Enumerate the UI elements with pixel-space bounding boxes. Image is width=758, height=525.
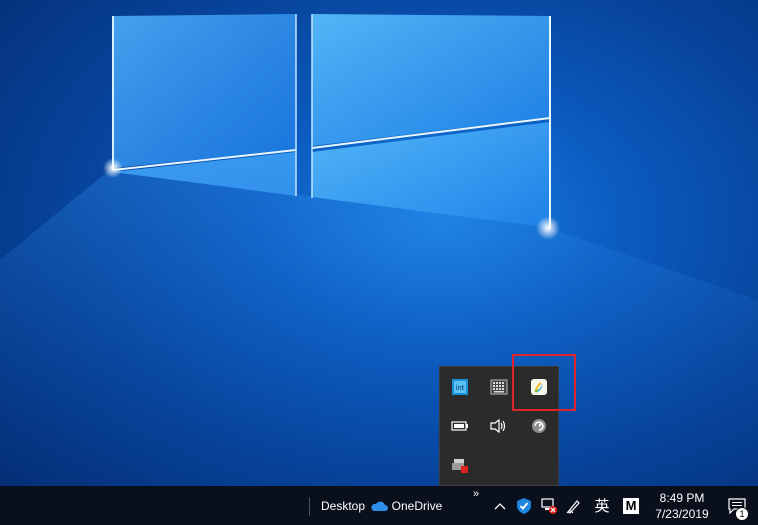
clock[interactable]: 8:49 PM 7/23/2019 — [648, 486, 716, 525]
m-app-tray[interactable]: M — [619, 486, 643, 525]
desktop[interactable]: int Desktop OneDrive » 英 M 8:49 PM 7/23/… — [0, 0, 758, 525]
onedrive-toolbar[interactable]: OneDrive — [369, 486, 443, 525]
toolbar-expand-button[interactable]: » — [469, 486, 483, 525]
battery-icon[interactable] — [444, 410, 476, 442]
m-app-icon: M — [623, 497, 639, 514]
volume-icon[interactable] — [483, 410, 515, 442]
network-disconnected-icon — [541, 497, 557, 514]
taskbar: Desktop OneDrive » 英 M 8:49 PM 7/23/2019… — [0, 486, 758, 525]
printer-error-icon[interactable] — [444, 449, 476, 481]
show-hidden-icons-button[interactable] — [490, 486, 510, 525]
sync-icon[interactable] — [523, 410, 555, 442]
notification-count-badge: 1 — [735, 507, 749, 521]
toolbar-divider — [309, 497, 310, 516]
keyboard-icon[interactable] — [483, 371, 515, 403]
svg-text:int: int — [455, 384, 464, 392]
clock-date: 7/23/2019 — [655, 506, 709, 521]
wallpaper-windows-logo — [0, 14, 758, 486]
ime-language-button[interactable]: 英 — [590, 486, 614, 525]
security-shield-tray[interactable] — [512, 486, 536, 525]
pen-workspace-tray[interactable] — [562, 486, 586, 525]
clock-time: 8:49 PM — [659, 490, 705, 505]
onedrive-toolbar-label: OneDrive — [391, 498, 443, 513]
network-tray[interactable] — [537, 486, 561, 525]
highlight-rectangle — [512, 354, 576, 411]
ime-label: 英 — [594, 497, 610, 515]
desktop-toolbar[interactable]: Desktop — [318, 486, 368, 525]
toolbar-expand-glyph: » — [472, 488, 480, 500]
onedrive-icon — [371, 501, 388, 511]
chevron-up-icon — [494, 502, 506, 509]
intel-graphics-icon[interactable]: int — [444, 371, 476, 403]
desktop-toolbar-label: Desktop — [320, 498, 366, 513]
shield-icon — [517, 497, 531, 514]
pen-icon — [566, 499, 580, 514]
